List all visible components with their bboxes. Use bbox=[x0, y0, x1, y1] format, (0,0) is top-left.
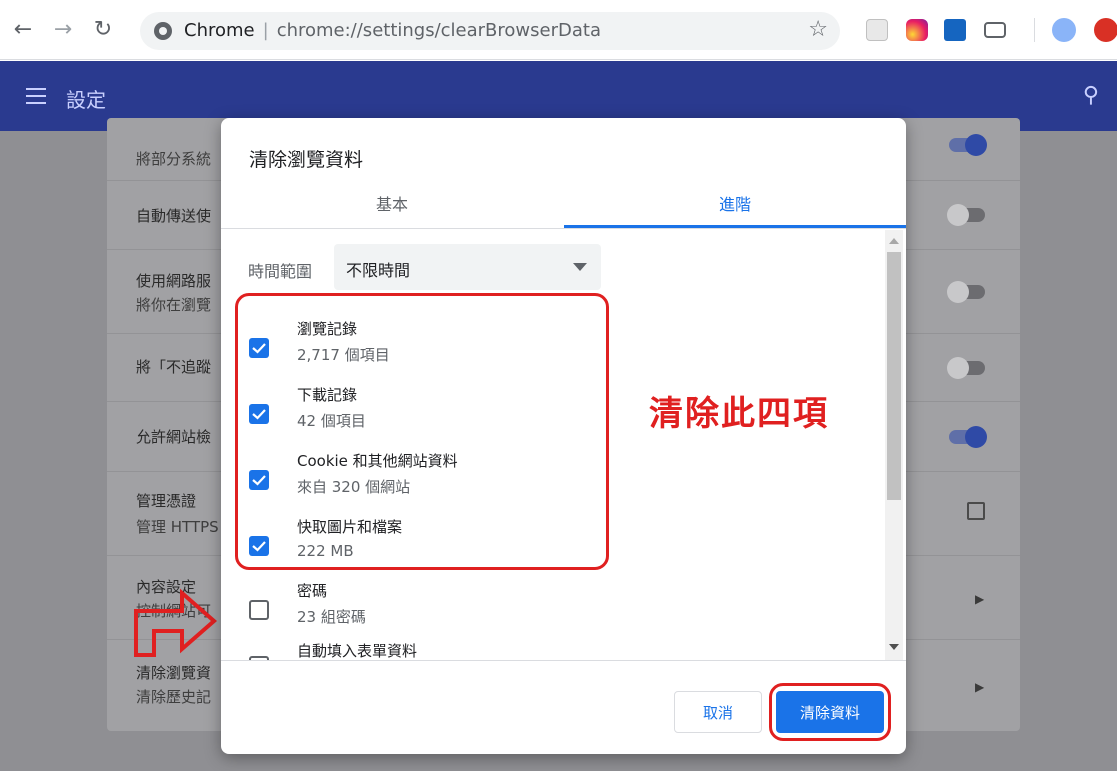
instagram-extension-icon[interactable] bbox=[906, 19, 928, 41]
checkbox-passwords[interactable]: 密碼 23 組密碼 bbox=[221, 580, 881, 646]
annotation-arrow-icon bbox=[134, 588, 218, 657]
checkbox-autofill[interactable]: 自動填入表單資料 bbox=[221, 640, 881, 660]
time-range-value: 不限時間 bbox=[346, 261, 411, 280]
toggle-switch[interactable] bbox=[949, 134, 987, 156]
row-title: 管理憑證 bbox=[136, 492, 197, 510]
clear-browsing-data-dialog: 清除瀏覽資料 基本 進階 時間範圍 不限時間 瀏覽記錄 2,717 個項目 下載… bbox=[221, 118, 906, 754]
browser-toolbar: ← → ↻ Chrome | chrome://settings/clearBrow… bbox=[0, 0, 1117, 60]
update-icon[interactable] bbox=[1094, 18, 1117, 42]
checkbox-unchecked-icon[interactable] bbox=[249, 600, 269, 620]
address-bar[interactable]: Chrome | chrome://settings/clearBrowserDat… bbox=[140, 12, 840, 50]
tab-basic[interactable]: 基本 bbox=[221, 178, 563, 227]
item-description: 23 組密碼 bbox=[297, 608, 366, 626]
chevron-right-icon[interactable]: ▶ bbox=[975, 680, 984, 694]
clear-data-button[interactable]: 清除資料 bbox=[776, 691, 884, 733]
item-label: 自動填入表單資料 bbox=[297, 642, 418, 660]
forward-icon[interactable]: → bbox=[48, 14, 78, 44]
page-title: 設定 bbox=[66, 88, 106, 112]
pdf-extension-icon[interactable] bbox=[866, 19, 888, 41]
row-description: 管理 HTTPS bbox=[136, 518, 219, 536]
chrome-secure-icon bbox=[154, 22, 172, 40]
tab-divider bbox=[221, 228, 906, 229]
row-title: 將「不追蹤 bbox=[136, 358, 212, 376]
url-site: Chrome bbox=[184, 20, 255, 41]
cast-icon[interactable] bbox=[984, 22, 1006, 38]
star-icon[interactable]: ☆ bbox=[808, 17, 828, 42]
footer-divider bbox=[221, 660, 906, 661]
profile-avatar-icon[interactable] bbox=[1052, 18, 1076, 42]
row-description: 清除歷史記 bbox=[136, 688, 212, 706]
scroll-down-arrow-icon[interactable] bbox=[889, 644, 899, 650]
toolbar-separator bbox=[1034, 18, 1035, 42]
toggle-switch[interactable] bbox=[947, 357, 985, 379]
row-title: 使用網路服 bbox=[136, 272, 212, 290]
download-extension-icon[interactable] bbox=[944, 19, 966, 41]
scroll-up-arrow-icon[interactable] bbox=[889, 238, 899, 244]
toggle-switch[interactable] bbox=[949, 426, 987, 448]
time-range-select[interactable]: 不限時間 bbox=[334, 244, 601, 290]
url-path: chrome://settings/clearBrowserData bbox=[276, 20, 601, 41]
menu-icon[interactable] bbox=[26, 88, 46, 104]
annotation-text: 清除此四項 bbox=[649, 394, 829, 434]
external-link-icon[interactable] bbox=[967, 502, 985, 520]
toggle-switch[interactable] bbox=[947, 204, 985, 226]
toggle-switch[interactable] bbox=[947, 281, 985, 303]
time-range-label: 時間範圍 bbox=[248, 262, 313, 281]
dropdown-arrow-icon bbox=[573, 263, 587, 271]
annotation-highlight-box bbox=[235, 293, 609, 570]
cancel-button[interactable]: 取消 bbox=[674, 691, 762, 733]
tab-advanced[interactable]: 進階 bbox=[564, 178, 906, 227]
row-title: 允許網站檢 bbox=[136, 428, 212, 446]
row-title: 清除瀏覽資 bbox=[136, 664, 212, 682]
reload-icon[interactable]: ↻ bbox=[88, 14, 118, 44]
row-description: 將部分系統 bbox=[136, 150, 212, 168]
row-title: 自動傳送使 bbox=[136, 207, 212, 225]
dialog-title: 清除瀏覽資料 bbox=[249, 149, 364, 171]
item-label: 密碼 bbox=[297, 582, 328, 600]
search-icon[interactable]: ⚲ bbox=[1083, 83, 1099, 108]
row-description: 將你在瀏覽 bbox=[136, 296, 212, 314]
back-icon[interactable]: ← bbox=[8, 14, 38, 44]
scrollbar-thumb[interactable] bbox=[887, 252, 901, 500]
chevron-right-icon[interactable]: ▶ bbox=[975, 592, 984, 606]
